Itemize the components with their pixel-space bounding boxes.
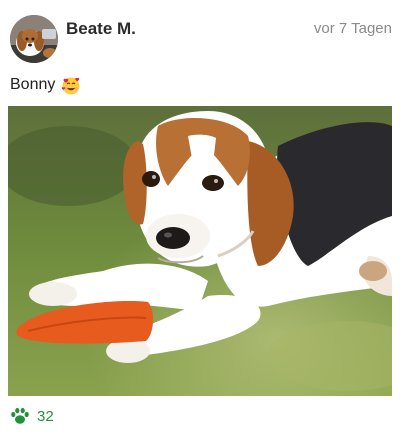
paw-like-icon[interactable] — [10, 406, 30, 426]
smiling-face-with-hearts-icon — [62, 77, 80, 95]
caption-text: Bonny — [10, 76, 56, 93]
author-name[interactable]: Beate M. — [66, 19, 136, 39]
avatar-image — [10, 15, 58, 63]
beagle-puppy-photo — [8, 106, 392, 396]
post-time: vor 7 Tagen — [313, 20, 392, 37]
post-photo[interactable] — [8, 106, 392, 396]
post-caption: Bonny — [10, 75, 81, 95]
post-footer: 32 — [10, 405, 54, 427]
post-card: Beate M. vor 7 Tagen Bonny 32 — [0, 0, 400, 437]
post-header: Beate M. vor 7 Tagen — [8, 13, 392, 65]
like-count: 32 — [37, 407, 54, 425]
avatar[interactable] — [10, 15, 58, 63]
